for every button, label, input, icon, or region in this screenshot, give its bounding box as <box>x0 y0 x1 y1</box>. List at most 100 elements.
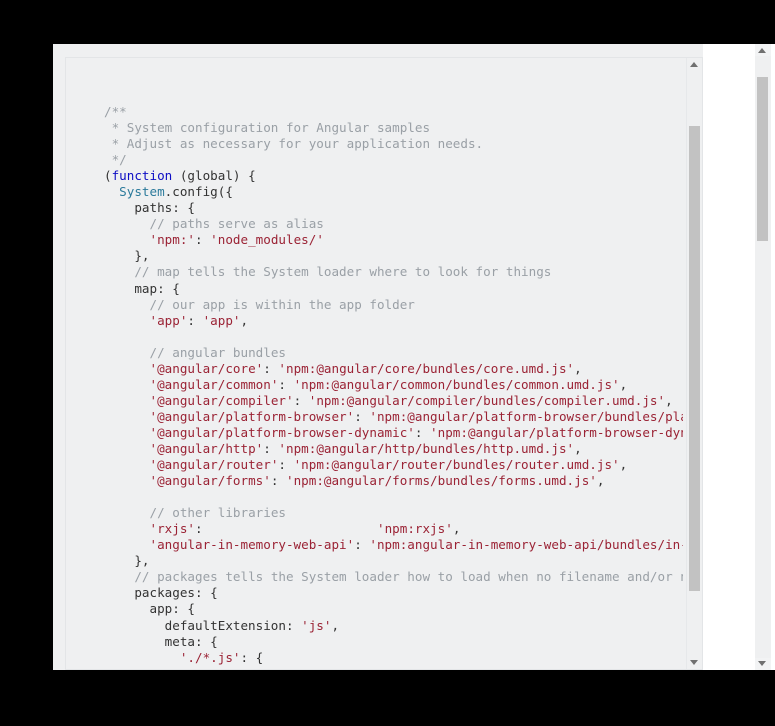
code-line: './*.js': { <box>104 650 683 666</box>
source-code-text[interactable]: /** * System configuration for Angular s… <box>104 104 683 666</box>
code-token-pun: : <box>414 424 431 440</box>
code-token-str: 'npm:@angular/forms/bundles/forms.umd.js… <box>286 473 597 489</box>
code-token-pun <box>104 409 150 424</box>
code-line: // map tells the System loader where to … <box>104 264 683 280</box>
code-token-str: 'node_modules/' <box>210 232 324 248</box>
code-token-pun <box>104 216 150 231</box>
code-token-str: '@angular/common' <box>149 376 279 392</box>
code-token-str: 'npm:@angular/compiler/bundles/compiler.… <box>308 392 666 408</box>
code-token-pun: , <box>574 360 582 376</box>
code-line: 'app': 'app', <box>104 313 683 329</box>
page-scrollbar-track[interactable] <box>755 56 771 658</box>
code-line: 'rxjs': 'npm:rxjs', <box>104 521 683 537</box>
code-line: // our app is within the app folder <box>104 297 683 313</box>
code-line: // paths serve as alias <box>104 216 683 232</box>
code-token-pun <box>104 473 150 488</box>
code-token-pun: map: { <box>104 280 180 296</box>
code-line: app: { <box>104 601 683 617</box>
code-token-str: 'npm:@angular/common/bundles/common.umd.… <box>293 376 620 392</box>
code-token-pun: : { <box>240 649 264 665</box>
code-token-str: 'app' <box>202 312 241 328</box>
code-token-pun: , <box>619 457 628 473</box>
code-token-cmt: // angular bundles <box>149 344 286 360</box>
code-token-pun: : <box>263 360 279 376</box>
code-line: 'angular-in-memory-web-api': 'npm:angula… <box>104 537 684 553</box>
code-token-pun <box>104 457 150 472</box>
page-scrollbar-thumb[interactable] <box>757 77 768 241</box>
code-token-cmt: // map tells the System loader where to … <box>134 264 552 280</box>
code-token-pun: paths: { <box>104 200 195 216</box>
code-token-cmt: // our app is within the app folder <box>149 296 415 312</box>
code-line: defaultExtension: 'js', <box>104 618 683 634</box>
code-scrollbar-track[interactable] <box>687 70 702 657</box>
code-line: */ <box>104 152 683 168</box>
code-token-str: 'app' <box>149 312 188 328</box>
code-line: * Adjust as necessary for your applicati… <box>104 136 683 152</box>
code-token-cmt: // other libraries <box>149 505 286 521</box>
code-token-pun <box>104 650 180 665</box>
page-body: /** * System configuration for Angular s… <box>53 44 703 670</box>
code-token-pun: (global) { <box>172 168 256 184</box>
code-token-str: '@angular/platform-browser-dynamic' <box>149 424 415 440</box>
code-token-str: 'npm:angular-in-memory-web-api/bundles/i… <box>369 537 683 553</box>
code-token-kw: function <box>111 168 173 184</box>
code-line: map: { <box>104 281 683 297</box>
code-vertical-scrollbar[interactable] <box>686 58 702 669</box>
triangle-up-icon[interactable] <box>755 44 770 56</box>
code-token-str: 'npm:rxjs' <box>376 521 453 537</box>
code-token-str: '@angular/platform-browser' <box>149 408 355 424</box>
page-scrollbar-rail[interactable] <box>755 44 771 670</box>
code-token-str: 'angular-in-memory-web-api' <box>149 537 355 553</box>
code-token-pun <box>104 441 150 456</box>
code-token-pun: : <box>187 312 203 328</box>
triangle-up-icon[interactable] <box>687 58 702 70</box>
code-line: '@angular/forms': 'npm:@angular/forms/bu… <box>104 473 683 489</box>
code-line: '@angular/http': 'npm:@angular/http/bund… <box>104 441 683 457</box>
code-line: paths: { <box>104 200 683 216</box>
code-line: // angular bundles <box>104 345 683 361</box>
code-line: 'npm:': 'node_modules/' <box>104 232 683 248</box>
triangle-down-icon[interactable] <box>687 657 702 669</box>
code-line: * System configuration for Angular sampl… <box>104 120 683 136</box>
code-line: '@angular/compiler': 'npm:@angular/compi… <box>104 393 683 409</box>
code-line: (function (global) { <box>104 168 683 184</box>
code-line: /** <box>104 104 683 120</box>
code-token-str: '@angular/core' <box>149 360 264 376</box>
code-token-pun <box>104 297 150 312</box>
code-token-pun <box>104 377 150 392</box>
code-token-pun: , <box>619 376 628 392</box>
code-token-pun: : <box>270 473 286 489</box>
code-block[interactable]: /** * System configuration for Angular s… <box>65 57 703 670</box>
code-token-pun <box>104 345 150 360</box>
triangle-down-icon[interactable] <box>755 658 770 670</box>
code-token-str: 'npm:' <box>149 232 196 248</box>
code-token-pun <box>104 232 150 247</box>
code-token-pun: , <box>665 392 673 408</box>
code-token-pun: , <box>574 440 582 456</box>
code-token-pun: , <box>452 521 461 537</box>
code-token-str: 'npm:@angular/http/bundles/http.umd.js' <box>278 440 575 456</box>
code-line: '@angular/common': 'npm:@angular/common/… <box>104 377 683 393</box>
code-line: }, <box>104 248 683 264</box>
code-token-str: 'js' <box>301 617 332 633</box>
code-token-pun <box>104 393 150 408</box>
code-token-pun: ( <box>104 168 112 184</box>
code-token-pun: : <box>354 408 370 424</box>
code-line: '@angular/platform-browser-dynamic': 'np… <box>104 424 684 441</box>
code-token-pun <box>104 537 150 552</box>
code-line: '@angular/platform-browser': 'npm:@angul… <box>104 408 684 425</box>
code-token-pun <box>104 313 150 328</box>
code-token-pun: packages: { <box>104 585 218 601</box>
code-scrollbar-thumb[interactable] <box>689 126 700 591</box>
code-token-pun <box>104 184 119 199</box>
page-vertical-scrollbar[interactable] <box>703 44 775 670</box>
code-token-str: '@angular/router' <box>149 457 279 473</box>
code-line: packages: { <box>104 585 683 601</box>
code-token-cmt: /** <box>104 104 127 119</box>
code-token-cls: System <box>119 184 165 200</box>
code-token-pun: : <box>278 376 294 392</box>
code-line: // packages tells the System loader how … <box>104 569 683 585</box>
code-token-pun: app: { <box>104 601 195 617</box>
